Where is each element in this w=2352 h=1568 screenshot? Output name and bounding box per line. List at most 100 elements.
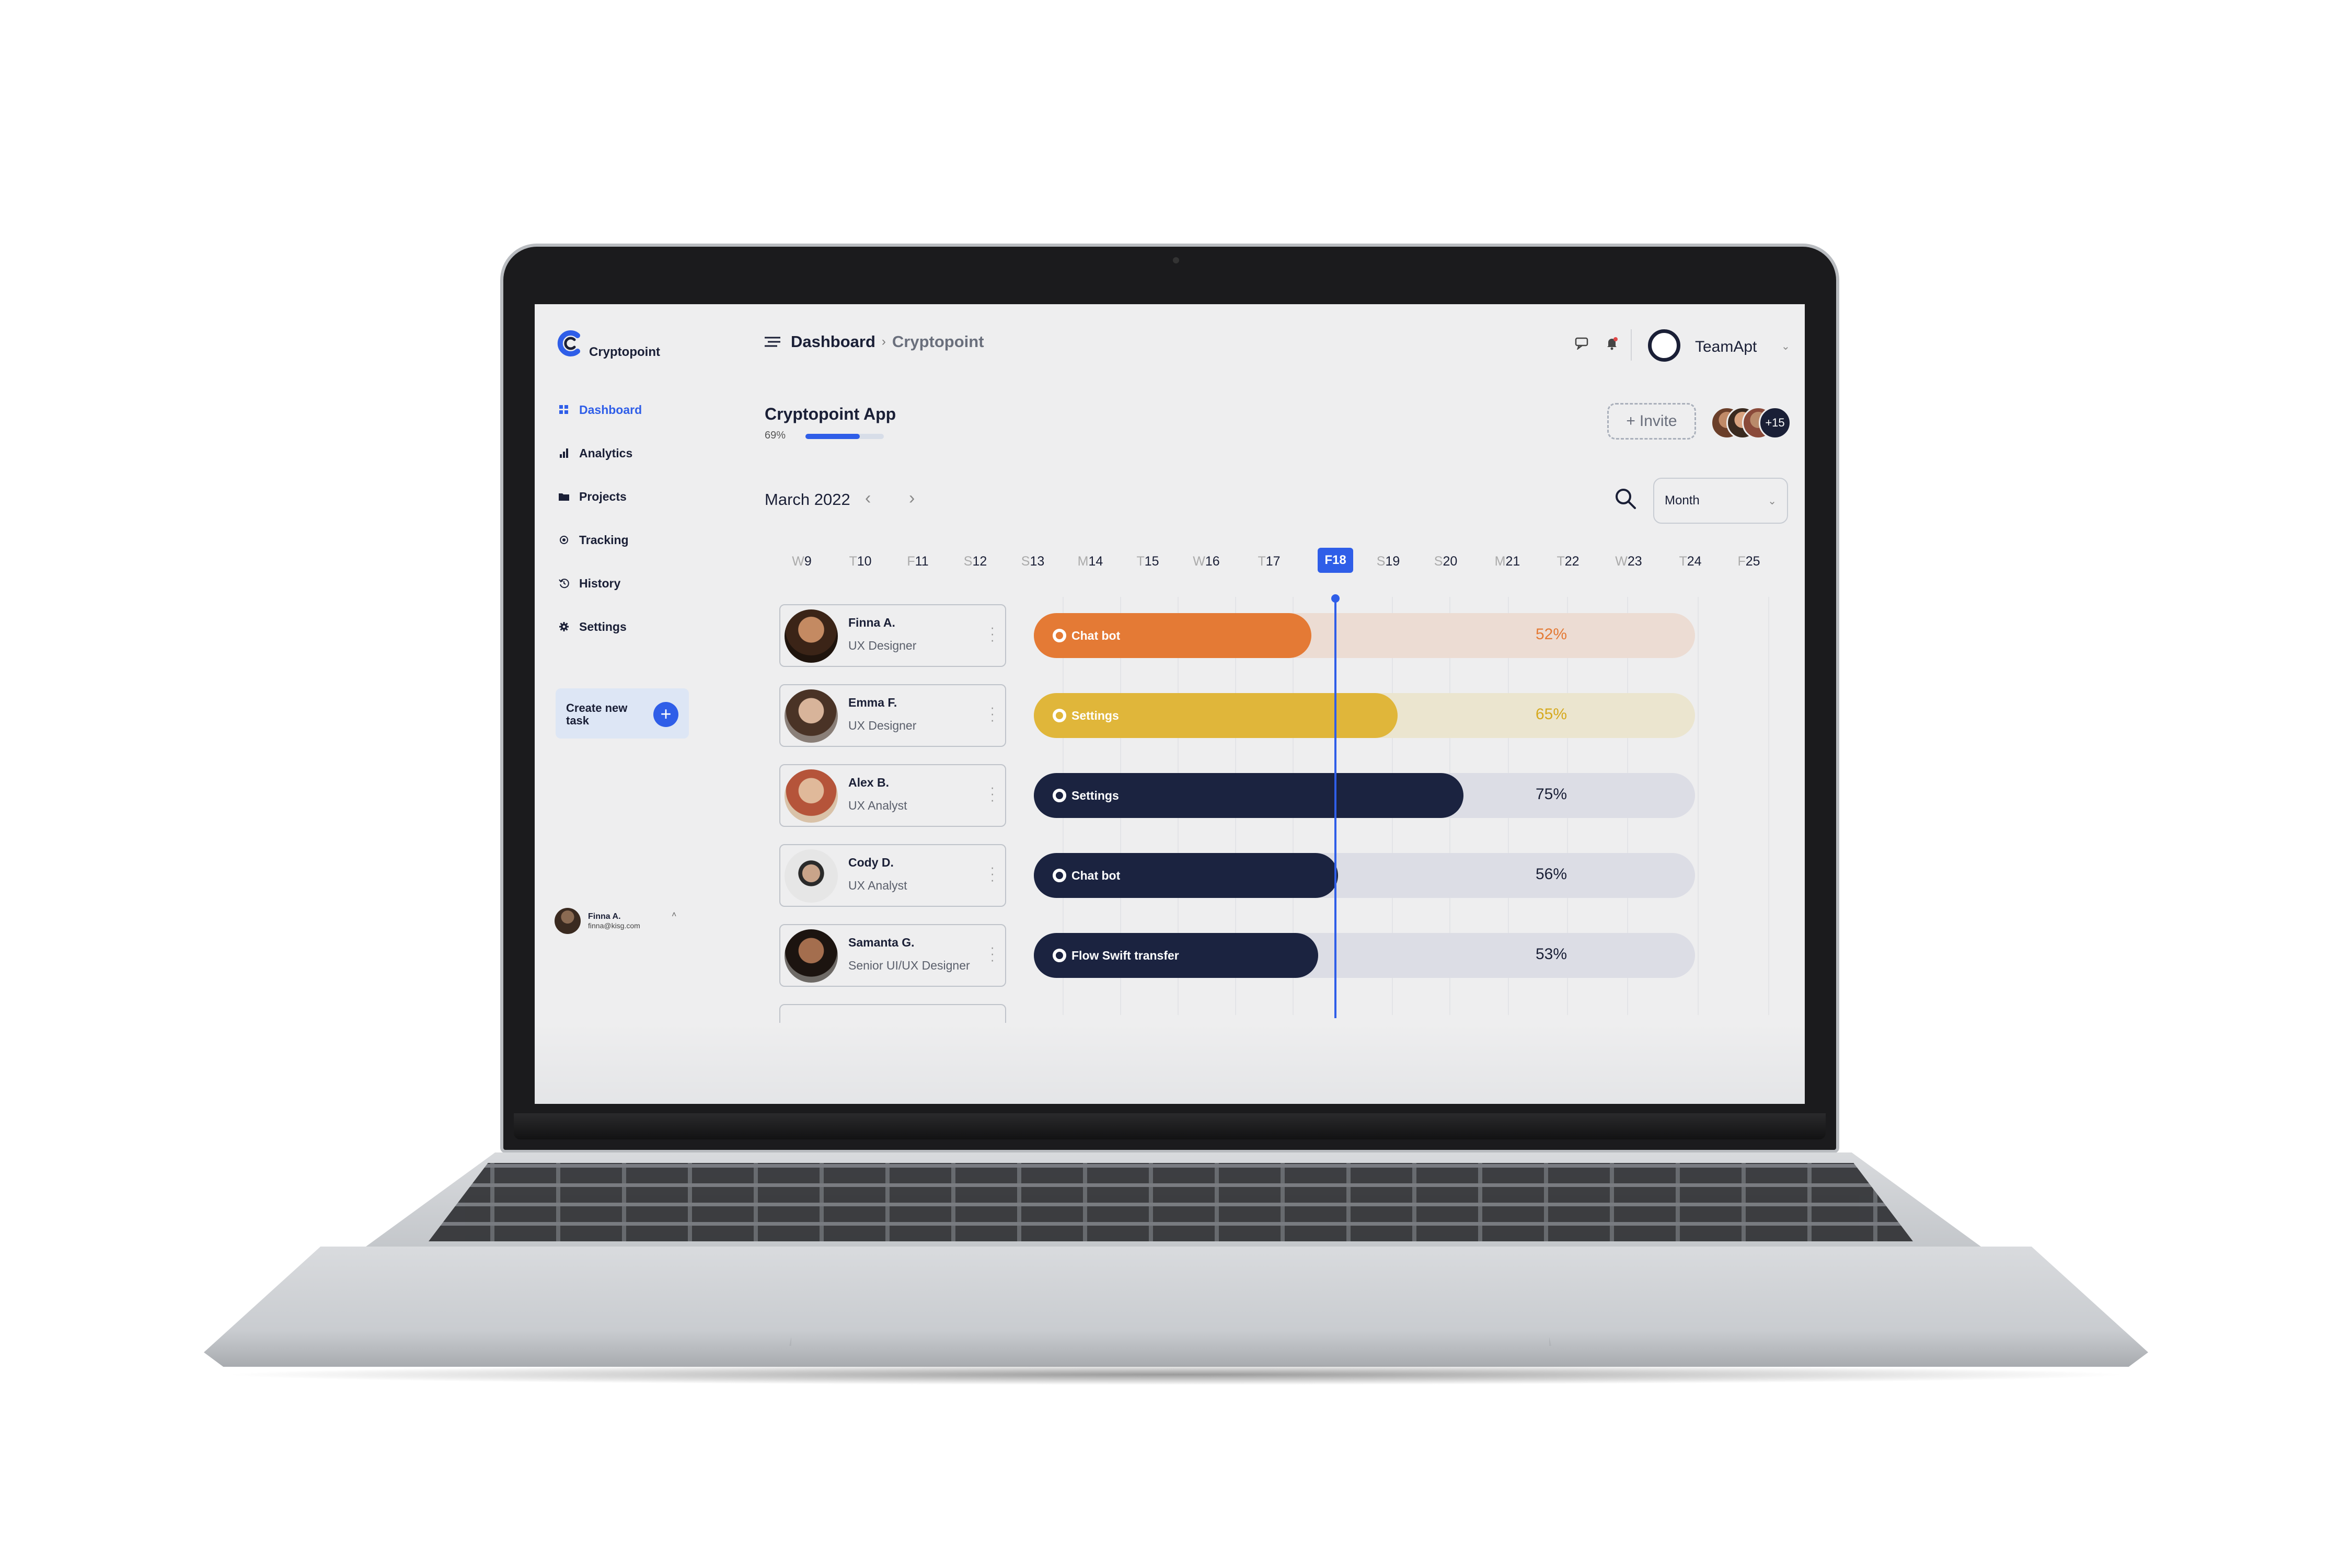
task-label: Chat bot <box>1071 628 1121 642</box>
day-label: T10 <box>849 554 872 569</box>
create-task-label: Create new task <box>566 701 628 727</box>
folder-icon <box>558 491 570 502</box>
day-label: T22 <box>1557 554 1579 569</box>
day-label: S20 <box>1434 554 1458 569</box>
grid-line <box>1768 597 1769 1015</box>
more-vertical-icon[interactable]: · · · <box>990 780 995 806</box>
sidebar: Cryptopoint Dashboard Analytics Projects <box>535 304 728 1104</box>
bell-icon[interactable] <box>1604 336 1620 351</box>
task-percent: 53% <box>1535 946 1567 963</box>
grid-icon <box>558 404 570 416</box>
create-task-button[interactable]: Create new task + <box>556 688 689 739</box>
task-percent: 52% <box>1535 626 1567 643</box>
day-label: M14 <box>1077 554 1103 569</box>
breadcrumb: Dashboard › Cryptopoint <box>791 332 984 351</box>
task-bar[interactable]: Chat bot <box>1034 853 1338 898</box>
day-label: W23 <box>1615 554 1642 569</box>
task-bar[interactable]: Settings <box>1034 693 1398 738</box>
avatar <box>555 908 581 934</box>
chevron-left-icon[interactable]: ‹ <box>865 488 871 509</box>
sidebar-item-history[interactable]: History <box>558 573 620 594</box>
brand-logo-icon <box>557 330 580 356</box>
invite-label: Invite <box>1639 412 1677 430</box>
project-progress-label: 69% <box>765 430 786 441</box>
task-bar[interactable]: Settings <box>1034 773 1463 818</box>
sidebar-item-analytics[interactable]: Analytics <box>558 443 632 464</box>
chevron-down-icon[interactable]: ⌄ <box>1781 340 1790 353</box>
task-dot-icon <box>1053 629 1066 642</box>
task-label: Settings <box>1071 788 1119 802</box>
day-label: W9 <box>792 554 812 569</box>
project-progress-fill <box>805 434 860 439</box>
sidebar-item-settings[interactable]: Settings <box>558 616 627 637</box>
task-bar[interactable]: Chat bot <box>1034 613 1311 658</box>
more-vertical-icon[interactable]: · · · <box>990 860 995 886</box>
chevron-right-icon[interactable]: › <box>909 488 915 509</box>
invite-button[interactable]: + Invite <box>1607 403 1696 440</box>
person-name: Emma F. <box>848 696 897 709</box>
sidebar-item-dashboard[interactable]: Dashboard <box>558 399 642 420</box>
person-card[interactable]: Samanta G. Senior UI/UX Designer · · · <box>779 924 1006 987</box>
avatar <box>785 689 838 743</box>
sidebar-item-label: Analytics <box>579 446 633 460</box>
breadcrumb-root[interactable]: Dashboard <box>791 332 875 351</box>
task-bar[interactable]: Flow Swift transfer <box>1034 933 1318 978</box>
sidebar-item-tracking[interactable]: Tracking <box>558 529 629 550</box>
team-name[interactable]: TeamApt <box>1695 338 1757 356</box>
history-icon <box>558 578 570 589</box>
brand-name: Cryptopoint <box>589 345 660 359</box>
person-name: Finna A. <box>848 616 895 629</box>
breadcrumb-current: Cryptopoint <box>892 332 984 351</box>
person-card[interactable]: Emma F. UX Designer · · · <box>779 684 1006 747</box>
laptop-shadow <box>220 1364 2132 1385</box>
more-vertical-icon[interactable]: · · · <box>990 620 995 647</box>
laptop-trackpad <box>789 1249 1551 1346</box>
plus-icon[interactable]: + <box>653 702 678 727</box>
sidebar-item-label: Tracking <box>579 533 629 547</box>
chevron-up-icon[interactable]: ˄ <box>672 910 676 920</box>
view-select-value: Month <box>1665 493 1700 508</box>
person-card[interactable]: Alex B. UX Analyst · · · <box>779 764 1006 827</box>
day-label: T17 <box>1258 554 1281 569</box>
person-role: UX Analyst <box>848 799 907 812</box>
day-label: M21 <box>1494 554 1520 569</box>
screen-bottom-area <box>535 1023 1805 1104</box>
task-dot-icon <box>1053 869 1066 882</box>
team-logo-icon <box>1648 329 1680 362</box>
project-title: Cryptopoint App <box>765 405 896 423</box>
avatar <box>785 849 838 903</box>
grid-line <box>1698 597 1699 1015</box>
day-label: S19 <box>1376 554 1400 569</box>
current-user[interactable]: Finna A. finna@kisg.com <box>555 908 640 934</box>
avatar <box>785 609 838 663</box>
day-label: T24 <box>1679 554 1702 569</box>
person-card[interactable]: Finna A. UX Designer · · · <box>779 604 1006 667</box>
person-role: UX Designer <box>848 719 917 732</box>
month-label: March 2022 <box>765 490 850 509</box>
chat-icon[interactable] <box>1575 336 1590 351</box>
person-card[interactable]: Cody D. UX Analyst · · · <box>779 844 1006 907</box>
laptop-keyboard <box>429 1163 1913 1241</box>
laptop-lid: Cryptopoint Dashboard Analytics Projects <box>500 244 1839 1153</box>
task-dot-icon <box>1053 789 1066 802</box>
person-role: UX Designer <box>848 639 917 652</box>
more-members-badge[interactable]: +15 <box>1759 407 1791 439</box>
sidebar-item-projects[interactable]: Projects <box>558 486 627 507</box>
day-label: S12 <box>963 554 987 569</box>
menu-icon[interactable] <box>765 336 780 348</box>
person-name: Cody D. <box>848 856 894 869</box>
laptop-hinge <box>514 1113 1826 1139</box>
more-vertical-icon[interactable]: · · · <box>990 940 995 966</box>
person-name: Alex B. <box>848 776 889 789</box>
sidebar-item-label: Dashboard <box>579 402 642 417</box>
plus-icon: + <box>1626 412 1635 430</box>
more-vertical-icon[interactable]: · · · <box>990 700 995 727</box>
sidebar-item-label: History <box>579 576 621 590</box>
today-marker[interactable]: F18 <box>1318 548 1353 573</box>
task-label: Settings <box>1071 708 1119 722</box>
bar-chart-icon <box>558 447 570 459</box>
day-label: F11 <box>907 554 929 569</box>
day-label: F25 <box>1737 554 1760 569</box>
view-select[interactable]: Month ⌄ <box>1653 478 1788 524</box>
search-icon[interactable] <box>1614 487 1637 510</box>
